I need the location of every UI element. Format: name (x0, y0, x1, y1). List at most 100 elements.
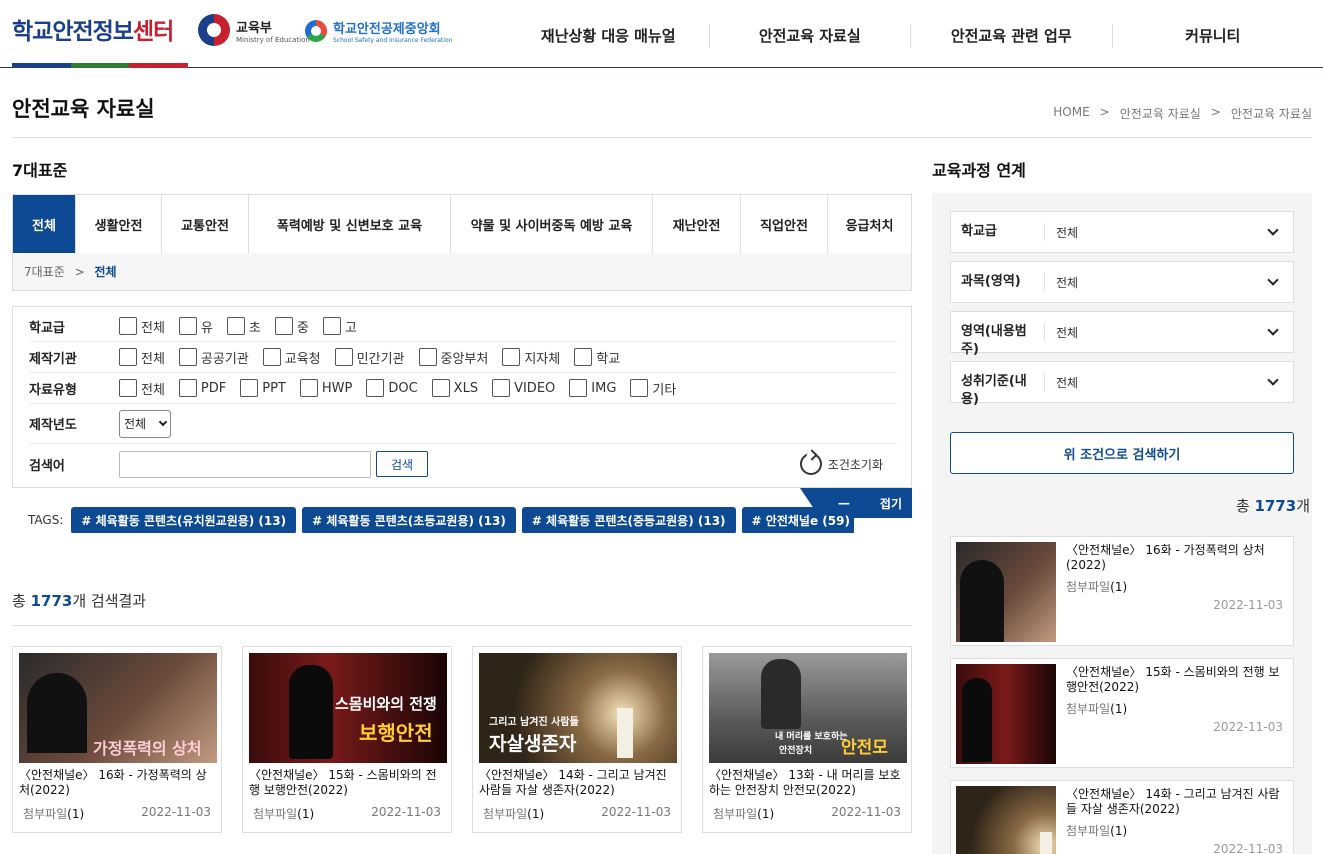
result-card[interactable]: 내 머리를 보호하는 안전장치 안전모 〈안전채널e〉 13화 - 내 머리를 … (702, 646, 912, 833)
checkbox[interactable] (574, 348, 593, 366)
school-opt-high[interactable]: 고 (322, 317, 357, 336)
nav-edu-archive[interactable]: 안전교육 자료실 (708, 24, 911, 48)
org-opt-private[interactable]: 민간기관 (334, 348, 405, 367)
curriculum-item[interactable]: 〈안전채널e〉 15화 - 스몸비와의 전행 보행안전(2022) 첨부파일(1… (950, 658, 1294, 768)
checkbox[interactable] (431, 379, 450, 397)
chevron-down-icon (1267, 274, 1279, 286)
site-header: 학교안전정보센터 교육부 Ministry of Education 학교안전공… (0, 0, 1323, 68)
thumb-caption-2: 자살생존자 (489, 733, 577, 755)
org-opt-edu-office[interactable]: 교육청 (262, 348, 321, 367)
checkbox[interactable] (299, 379, 318, 397)
crumb-root[interactable]: 7대표준 (24, 265, 65, 279)
type-opt-video[interactable]: VIDEO (492, 379, 555, 397)
school-opt-middle[interactable]: 중 (274, 317, 309, 336)
moe-logo[interactable]: 교육부 Ministry of Education (198, 14, 310, 46)
tab-first-aid[interactable]: 응급처치 (827, 195, 911, 253)
type-opt-img[interactable]: IMG (569, 379, 616, 397)
moe-name: 교육부 (236, 20, 272, 36)
tab-job-safety[interactable]: 직업안전 (740, 195, 827, 253)
curriculum-select-school[interactable]: 학교급 전체 (950, 211, 1294, 253)
search-button[interactable]: 검색 (376, 451, 428, 477)
org-opt-public[interactable]: 공공기관 (178, 348, 249, 367)
checkbox[interactable] (569, 379, 588, 397)
card-date: 2022-11-03 (601, 805, 671, 819)
checkbox[interactable] (274, 317, 293, 335)
type-opt-xls[interactable]: XLS (431, 379, 478, 397)
card-meta: 첨부파일(1) 2022-11-03 (713, 805, 901, 821)
checkbox[interactable] (119, 348, 137, 366)
curriculum-select-subject[interactable]: 과목(영역) 전체 (950, 261, 1294, 303)
logo-part-1: 학교안전 (12, 19, 94, 45)
filter-row-keyword: 검색어 검색 조건초기화 (29, 444, 897, 484)
org-opt-central[interactable]: 중앙부처 (418, 348, 488, 367)
checkbox[interactable] (178, 379, 197, 397)
breadcrumb-level-1[interactable]: 안전교육 자료실 (1120, 105, 1201, 122)
zombie-figure (289, 665, 333, 759)
checkbox[interactable] (262, 348, 281, 366)
type-opt-pdf[interactable]: PDF (178, 379, 226, 397)
school-opt-kinder[interactable]: 유 (178, 317, 213, 336)
checkbox[interactable] (322, 317, 341, 335)
org-opt-school[interactable]: 학교 (574, 348, 620, 367)
tag-item[interactable]: # 체육활동 콘텐츠(중등교원용) (13) (521, 507, 736, 533)
breadcrumb-home[interactable]: HOME (1053, 105, 1089, 122)
school-opt-elem[interactable]: 초 (226, 317, 261, 336)
curriculum-select-standard[interactable]: 성취기준(내용) 전체 (950, 361, 1294, 407)
checkbox[interactable] (492, 379, 511, 397)
checkbox[interactable] (178, 317, 197, 335)
curriculum-item[interactable]: 〈안전채널e〉 14화 - 그리고 남겨진 사람들 자살 생존자(2022) 첨… (950, 780, 1294, 854)
ssif-en: School Safety and Insurance Federation (333, 37, 453, 44)
tag-item[interactable]: # 체육활동 콘텐츠(유치원교원용) (13) (71, 507, 297, 533)
ssif-logo[interactable]: 학교안전공제중앙회 School Safety and Insurance Fe… (305, 18, 452, 44)
checkbox[interactable] (119, 317, 137, 335)
checkbox[interactable] (334, 348, 353, 366)
type-opt-doc[interactable]: DOC (366, 379, 418, 397)
nav-edu-work[interactable]: 안전교육 관련 업무 (910, 24, 1112, 48)
thumb-caption: 내 머리를 보호하는 (775, 732, 848, 742)
type-opt-etc[interactable]: 기타 (630, 379, 676, 398)
curriculum-panel: 학교급 전체 과목(영역) 전체 영역(내용범주) 전체 성취기준(내용) 전체… (932, 193, 1312, 854)
tab-life-safety[interactable]: 생활안전 (75, 195, 161, 253)
keyword-input[interactable] (119, 450, 371, 478)
checkbox[interactable] (630, 379, 649, 397)
type-opt-hwp[interactable]: HWP (299, 379, 352, 397)
chevron-down-icon (1267, 324, 1279, 336)
item-date: 2022-11-03 (1213, 842, 1283, 854)
checkbox[interactable] (240, 379, 259, 397)
tags-bar: TAGS: # 체육활동 콘텐츠(유치원교원용) (13) # 체육활동 콘텐츠… (28, 507, 854, 533)
checkbox[interactable] (502, 348, 521, 366)
checkbox[interactable] (178, 348, 197, 366)
org-opt-all[interactable]: 전체 (119, 348, 165, 367)
ssif-emblem-icon (305, 20, 327, 42)
result-card[interactable]: 그리고 남겨진 사람들 자살생존자 〈안전채널e〉 14화 - 그리고 남겨진 … (472, 646, 682, 833)
type-opt-all[interactable]: 전체 (119, 379, 165, 398)
tab-violence-prevention[interactable]: 폭력예방 및 신변보호 교육 (248, 195, 450, 253)
site-logo[interactable]: 학교안전정보센터 (12, 12, 174, 46)
org-opt-local[interactable]: 지자체 (502, 348, 560, 367)
nav-community[interactable]: 커뮤니티 (1111, 24, 1314, 48)
checkbox[interactable] (226, 317, 245, 335)
nav-disaster-manual[interactable]: 재난상황 대응 매뉴얼 (508, 24, 709, 48)
filter-row-org: 제작기관 전체 공공기관 교육청 민간기관 중앙부처 지자체 학교 (29, 342, 897, 373)
result-card[interactable]: 가정폭력의 상처 〈안전채널e〉 16화 - 가정폭력의 상처(2022) 첨부… (12, 646, 222, 833)
reset-button[interactable]: 조건초기화 (799, 453, 883, 475)
tab-traffic-safety[interactable]: 교통안전 (161, 195, 248, 253)
year-select[interactable]: 전체 (119, 409, 171, 438)
curriculum-select-area[interactable]: 영역(내용범주) 전체 (950, 311, 1294, 357)
tab-drug-cyber-prevention[interactable]: 약물 및 사이버중독 예방 교육 (450, 195, 652, 253)
curriculum-item[interactable]: 〈안전채널e〉 16화 - 가정폭력의 상처(2022) 첨부파일(1) 202… (950, 536, 1294, 646)
tab-all[interactable]: 전체 (13, 195, 75, 253)
tag-item[interactable]: # 안전채널e (59) (741, 507, 854, 533)
tab-disaster-safety[interactable]: 재난안전 (652, 195, 740, 253)
tag-item[interactable]: # 체육활동 콘텐츠(초등교원용) (13) (302, 507, 516, 533)
type-opt-ppt[interactable]: PPT (240, 379, 286, 397)
checkbox[interactable] (119, 379, 137, 397)
school-opt-all[interactable]: 전체 (119, 317, 165, 336)
result-card[interactable]: 스몸비와의 전쟁 보행안전 〈안전채널e〉 15화 - 스몸비와의 전행 보행안… (242, 646, 452, 833)
checkbox[interactable] (366, 379, 385, 397)
curriculum-search-button[interactable]: 위 조건으로 검색하기 (950, 432, 1294, 474)
breadcrumb-level-2[interactable]: 안전교육 자료실 (1231, 105, 1312, 122)
card-title: 〈안전채널e〉 14화 - 그리고 남겨진 사람들 자살 생존자(2022) (479, 768, 667, 797)
checkbox[interactable] (418, 348, 437, 366)
chevron-down-icon (158, 417, 168, 427)
